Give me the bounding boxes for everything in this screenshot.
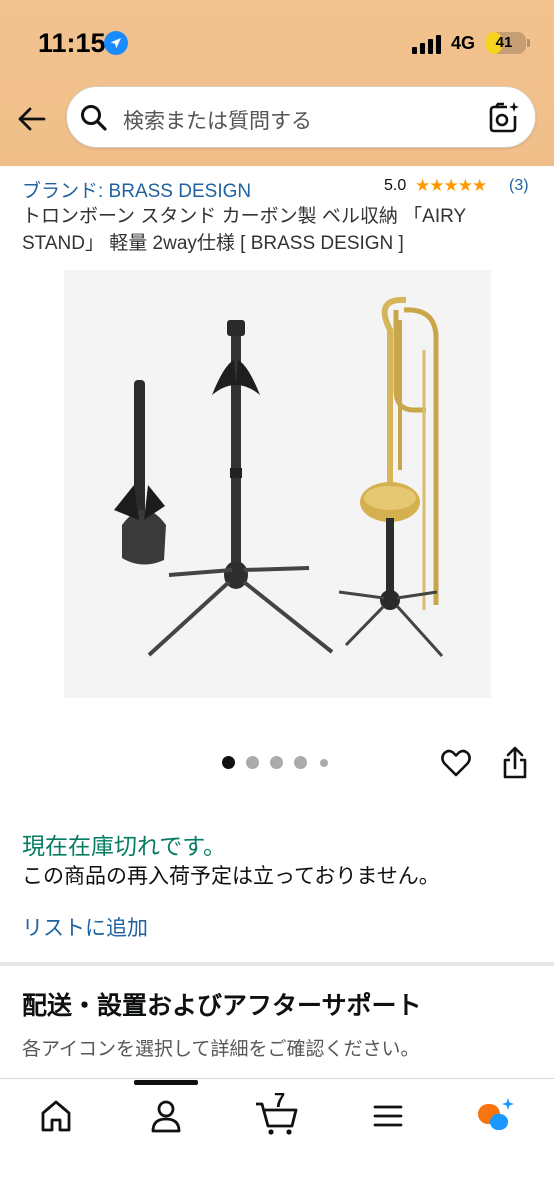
signal-bars-icon [412, 35, 441, 54]
rufus-icon[interactable] [476, 1096, 516, 1136]
search-icon [81, 105, 107, 131]
battery-percent: 41 [495, 34, 513, 51]
support-section-subtitle: 各アイコンを選択して詳細をご確認ください。 [22, 1039, 420, 1060]
battery-icon: 41 [486, 32, 526, 54]
camera-search-icon[interactable] [487, 101, 521, 135]
app-header: 11:15 4G 41 検索または質問する [0, 0, 554, 166]
section-divider [0, 962, 554, 966]
back-arrow-icon[interactable] [16, 103, 48, 135]
trombone-graphic [338, 296, 444, 658]
star-rating[interactable]: ★★★★★ [415, 176, 487, 196]
bottom-nav: 7 [0, 1082, 554, 1200]
folded-stand-graphic [114, 380, 166, 565]
status-time: 11:15 [38, 28, 106, 58]
status-bar: 11:15 4G 41 [0, 0, 554, 88]
account-icon[interactable] [146, 1096, 186, 1136]
carousel-dot[interactable] [294, 756, 307, 769]
brand-link[interactable]: ブランド: BRASS DESIGN [22, 176, 251, 203]
active-tab-indicator [134, 1080, 198, 1085]
location-arrow-icon [104, 31, 128, 55]
restock-note: この商品の再入荷予定は立っておりません。 [22, 865, 440, 888]
search-bar[interactable]: 検索または質問する [66, 86, 536, 148]
carousel-dot[interactable] [320, 759, 328, 767]
cart-count: 7 [274, 1090, 286, 1112]
share-icon[interactable] [500, 746, 530, 780]
carousel-dot[interactable] [222, 756, 235, 769]
home-icon[interactable] [36, 1096, 76, 1136]
carousel-dot[interactable] [246, 756, 259, 769]
network-type: 4G [451, 33, 476, 53]
heart-icon[interactable] [440, 747, 472, 779]
support-section-title: 配送・設置およびアフターサポート [22, 992, 422, 1020]
product-image[interactable] [64, 270, 491, 698]
cart-button[interactable]: 7 [254, 1090, 300, 1136]
menu-icon[interactable] [368, 1096, 408, 1136]
carousel-dot[interactable] [270, 756, 283, 769]
search-input[interactable]: 検索または質問する [123, 105, 312, 135]
nav-separator [0, 1078, 554, 1079]
battery-nub [527, 39, 530, 47]
stock-status: 現在在庫切れです。 [22, 833, 227, 859]
rating-value: 5.0 [384, 177, 407, 194]
rating-count[interactable]: (3) [509, 177, 529, 195]
open-stand-graphic [147, 320, 334, 657]
add-to-list-link[interactable]: リストに追加 [22, 912, 148, 942]
product-title: トロンボーン スタンド カーボン製 ベル収納 「AIRY STAND」 軽量 2… [22, 206, 466, 254]
